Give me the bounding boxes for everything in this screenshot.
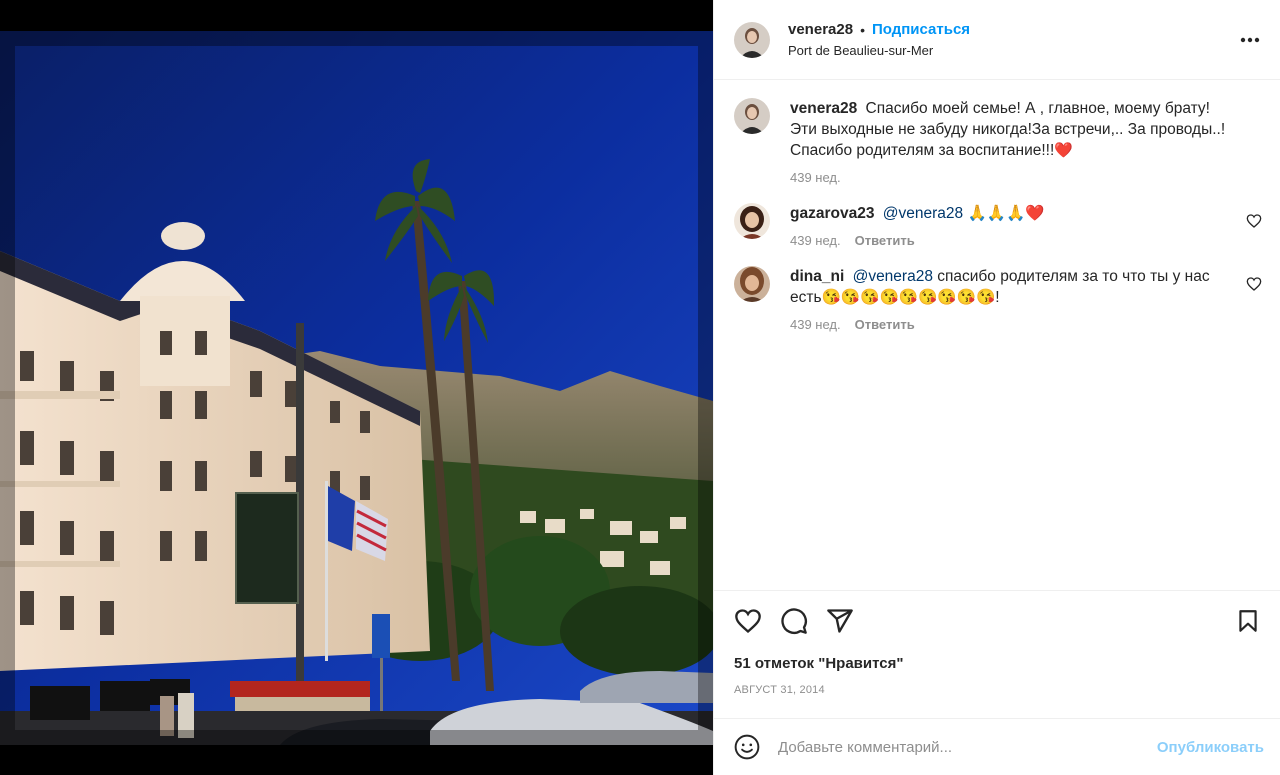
comment-like-icon[interactable] bbox=[1246, 213, 1262, 229]
emoji-icon[interactable] bbox=[734, 734, 760, 760]
post-side-panel: venera28 • Подписаться Port de Beaulieu-… bbox=[713, 0, 1280, 775]
comment-input[interactable] bbox=[778, 738, 1157, 756]
reply-button[interactable]: Ответить bbox=[855, 233, 915, 248]
caption-meta: 439 нед. bbox=[790, 170, 1240, 185]
bookmark-icon[interactable] bbox=[1234, 607, 1262, 635]
action-icons bbox=[734, 591, 1262, 651]
comment-body: dina_ni @venera28 спасибо родителям за т… bbox=[790, 266, 1240, 332]
author-username[interactable]: venera28 bbox=[788, 21, 853, 38]
follow-button[interactable]: Подписаться bbox=[872, 21, 970, 38]
share-icon[interactable] bbox=[826, 607, 854, 635]
instagram-post-view: venera28 • Подписаться Port de Beaulieu-… bbox=[0, 0, 1280, 775]
photo-pane bbox=[0, 0, 713, 775]
caption-username[interactable]: venera28 bbox=[790, 100, 857, 117]
caption: venera28 Спасибо моей семье! А , главное… bbox=[734, 98, 1262, 185]
comment-username[interactable]: dina_ni bbox=[790, 268, 844, 285]
author-avatar[interactable] bbox=[734, 21, 770, 58]
comment-time[interactable]: 439 нед. bbox=[790, 317, 841, 332]
post-location[interactable]: Port de Beaulieu-sur-Mer bbox=[788, 43, 970, 58]
caption-time[interactable]: 439 нед. bbox=[790, 170, 841, 185]
post-actions: 51 отметок "Нравится" АВГУСТ 31, 2014 bbox=[714, 590, 1280, 718]
header-text: venera28 • Подписаться Port de Beaulieu-… bbox=[788, 21, 970, 58]
comment-text-block: gazarova23 @venera28 🙏🙏🙏❤️ bbox=[790, 203, 1240, 224]
photo-illustration bbox=[0, 31, 713, 745]
comment-meta: 439 нед. Ответить bbox=[790, 317, 1240, 332]
post-photo[interactable] bbox=[0, 31, 713, 745]
comment-text-block: dina_ni @venera28 спасибо родителям за т… bbox=[790, 266, 1240, 308]
add-comment-bar: Опубликовать bbox=[714, 718, 1280, 775]
more-options-icon[interactable] bbox=[1238, 28, 1262, 52]
reply-button[interactable]: Ответить bbox=[855, 317, 915, 332]
heart-icon[interactable] bbox=[734, 607, 762, 635]
comment-icon[interactable] bbox=[780, 607, 808, 635]
publish-button[interactable]: Опубликовать bbox=[1157, 739, 1264, 756]
commenter-avatar[interactable] bbox=[734, 203, 770, 239]
comment-meta: 439 нед. Ответить bbox=[790, 233, 1240, 248]
caption-avatar[interactable] bbox=[734, 98, 770, 134]
comment-item: dina_ni @venera28 спасибо родителям за т… bbox=[734, 266, 1262, 332]
comment-text: 🙏🙏🙏❤️ bbox=[963, 205, 1045, 222]
likes-count[interactable]: 51 отметок "Нравится" bbox=[734, 655, 1262, 672]
heart-emoji: ❤️ bbox=[1054, 142, 1073, 159]
comment-item: gazarova23 @venera28 🙏🙏🙏❤️ 439 нед. Отве… bbox=[734, 203, 1262, 248]
caption-text-block: venera28 Спасибо моей семье! А , главное… bbox=[790, 98, 1240, 161]
comment-time[interactable]: 439 нед. bbox=[790, 233, 841, 248]
caption-body: venera28 Спасибо моей семье! А , главное… bbox=[790, 98, 1240, 185]
separator-dot: • bbox=[860, 21, 865, 38]
commenter-avatar[interactable] bbox=[734, 266, 770, 302]
comments-list: venera28 Спасибо моей семье! А , главное… bbox=[714, 80, 1280, 590]
header-line: venera28 • Подписаться bbox=[788, 21, 970, 38]
comment-mention[interactable]: @venera28 bbox=[853, 268, 933, 285]
comment-like-icon[interactable] bbox=[1246, 276, 1262, 292]
comment-body: gazarova23 @venera28 🙏🙏🙏❤️ 439 нед. Отве… bbox=[790, 203, 1240, 248]
post-header: venera28 • Подписаться Port de Beaulieu-… bbox=[714, 0, 1280, 80]
comment-username[interactable]: gazarova23 bbox=[790, 205, 874, 222]
comment-mention[interactable]: @venera28 bbox=[883, 205, 963, 222]
post-date: АВГУСТ 31, 2014 bbox=[734, 684, 825, 696]
